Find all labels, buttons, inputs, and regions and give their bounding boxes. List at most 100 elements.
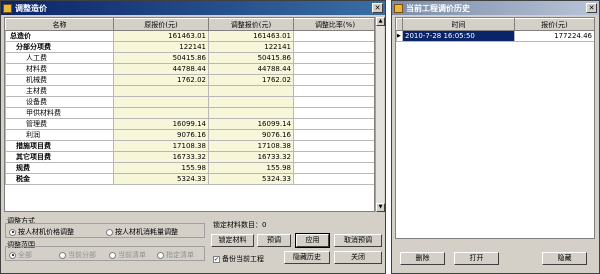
scroll-down-icon[interactable]: ▼ <box>376 203 385 212</box>
cell-adjusted-price[interactable]: 9076.16 <box>208 129 294 141</box>
table-row[interactable]: 设备费 <box>5 96 374 108</box>
preview-button[interactable]: 预调 <box>257 234 291 247</box>
radio-selected-icon[interactable] <box>9 228 16 236</box>
cell-adjust-ratio[interactable] <box>293 85 374 97</box>
cell-adjust-ratio[interactable] <box>293 118 374 130</box>
cell-original-price[interactable]: 50415.86 <box>113 52 209 64</box>
cell-adjust-ratio[interactable] <box>293 74 374 86</box>
table-row[interactable]: 规费 155.98 155.98 <box>5 162 374 174</box>
col-header-name[interactable]: 名称 <box>5 18 114 31</box>
lock-material-button[interactable]: 锁定材料 <box>211 234 254 247</box>
cell-time[interactable]: 2010-7-28 16:05:50 <box>402 30 515 42</box>
cell-adjust-ratio[interactable] <box>293 96 374 108</box>
app-icon <box>394 3 403 13</box>
cell-adjust-ratio[interactable] <box>293 52 374 64</box>
cell-price[interactable]: 177224.46 <box>514 30 594 42</box>
table-row[interactable]: 主材费 <box>5 85 374 97</box>
cell-adjust-ratio[interactable] <box>293 173 374 185</box>
cell-original-price[interactable]: 17108.38 <box>113 140 209 152</box>
app-icon <box>3 3 12 13</box>
cell-original-price[interactable]: 161463.01 <box>113 30 209 42</box>
cell-adjusted-price[interactable] <box>208 85 294 97</box>
open-button[interactable]: 打开 <box>454 252 499 265</box>
table-row[interactable]: 总造价 161463.01 161463.01 <box>5 30 374 42</box>
radio-range-all[interactable]: 全部 <box>9 250 32 260</box>
cell-original-price[interactable]: 1762.02 <box>113 74 209 86</box>
table-row[interactable]: 税金 5324.33 5324.33 <box>5 173 374 185</box>
table-row[interactable]: 材料费 44788.44 44788.44 <box>5 63 374 75</box>
radio-icon[interactable] <box>106 228 113 236</box>
radio-by-quantity[interactable]: 按人材机消耗量调整 <box>106 227 178 237</box>
cell-adjust-ratio[interactable] <box>293 151 374 163</box>
radio-range-current-list[interactable]: 当前清单 <box>109 250 146 260</box>
cell-original-price[interactable]: 16733.32 <box>113 151 209 163</box>
cell-adjusted-price[interactable]: 16733.32 <box>208 151 294 163</box>
cell-adjusted-price[interactable]: 17108.38 <box>208 140 294 152</box>
cell-adjust-ratio[interactable] <box>293 140 374 152</box>
history-grid: 时间 报价(元) ▶ 2010-7-28 16:05:50 177224.46 <box>395 17 595 239</box>
col-header-adjusted-price[interactable]: 调整报价(元) <box>208 18 294 31</box>
table-row[interactable]: 管理费 16099.14 16099.14 <box>5 118 374 130</box>
delete-button[interactable]: 删除 <box>400 252 445 265</box>
cell-original-price[interactable]: 155.98 <box>113 162 209 174</box>
cell-original-price[interactable]: 122141 <box>113 41 209 53</box>
close-icon[interactable]: ✕ <box>586 3 597 13</box>
checkmark-icon[interactable]: ✓ <box>213 255 220 263</box>
radio-range-current-section[interactable]: 当前分部 <box>59 250 96 260</box>
cell-adjusted-price[interactable]: 161463.01 <box>208 30 294 42</box>
cell-adjusted-price[interactable] <box>208 96 294 108</box>
table-row[interactable]: 其它项目费 16733.32 16733.32 <box>5 151 374 163</box>
history-table: 时间 报价(元) ▶ 2010-7-28 16:05:50 177224.46 <box>396 18 594 42</box>
cell-adjusted-price[interactable]: 5324.33 <box>208 173 294 185</box>
cell-original-price[interactable]: 9076.16 <box>113 129 209 141</box>
hide-button[interactable]: 隐藏 <box>542 252 587 265</box>
cell-adjusted-price[interactable]: 44788.44 <box>208 63 294 75</box>
history-title-bar[interactable]: 当前工程调价历史 ✕ <box>392 1 599 15</box>
col-header-original-price[interactable]: 原报价(元) <box>113 18 209 31</box>
cancel-preview-button[interactable]: 取消预调 <box>334 234 382 247</box>
cell-original-price[interactable]: 44788.44 <box>113 63 209 75</box>
cell-name: 分部分项费 <box>5 41 114 53</box>
apply-button[interactable]: 应用 <box>295 233 330 248</box>
cell-adjusted-price[interactable]: 155.98 <box>208 162 294 174</box>
col-header-adjust-ratio[interactable]: 调整比率(%) <box>293 18 374 31</box>
close-icon[interactable]: ✕ <box>372 3 383 13</box>
cell-name: 管理费 <box>5 118 114 130</box>
vertical-scrollbar[interactable]: ▲ ▼ <box>375 17 385 212</box>
cell-name: 利润 <box>5 129 114 141</box>
radio-by-price[interactable]: 按人材机价格调整 <box>9 227 74 237</box>
cell-adjusted-price[interactable]: 122141 <box>208 41 294 53</box>
col-header-time[interactable]: 时间 <box>402 18 515 31</box>
backup-checkbox[interactable]: ✓ 备份当前工程 <box>213 254 264 264</box>
cell-adjust-ratio[interactable] <box>293 30 374 42</box>
col-header-price[interactable]: 报价(元) <box>514 18 594 31</box>
cell-name: 人工费 <box>5 52 114 64</box>
cell-adjust-ratio[interactable] <box>293 63 374 75</box>
close-button[interactable]: 关闭 <box>334 251 382 264</box>
cell-adjusted-price[interactable]: 50415.86 <box>208 52 294 64</box>
table-row[interactable]: 措施项目费 17108.38 17108.38 <box>5 140 374 152</box>
cell-adjust-ratio[interactable] <box>293 41 374 53</box>
hide-history-button[interactable]: 隐藏历史 <box>284 251 330 264</box>
cost-grid: 名称 原报价(元) 调整报价(元) 调整比率(%) 总造价 161463.01 16… <box>4 17 375 212</box>
table-row[interactable]: 机械费 1762.02 1762.02 <box>5 74 374 86</box>
scroll-up-icon[interactable]: ▲ <box>376 17 385 26</box>
cell-original-price[interactable]: 16099.14 <box>113 118 209 130</box>
cell-original-price[interactable] <box>113 107 209 119</box>
title-bar[interactable]: 调整造价 ✕ <box>1 1 385 15</box>
cell-adjusted-price[interactable] <box>208 107 294 119</box>
cell-adjust-ratio[interactable] <box>293 107 374 119</box>
cell-adjusted-price[interactable]: 16099.14 <box>208 118 294 130</box>
table-row[interactable]: 利润 9076.16 9076.16 <box>5 129 374 141</box>
table-row[interactable]: ▶ 2010-7-28 16:05:50 177224.46 <box>396 30 594 42</box>
cell-original-price[interactable]: 5324.33 <box>113 173 209 185</box>
radio-range-specified-list[interactable]: 指定清单 <box>157 250 194 260</box>
cell-original-price[interactable] <box>113 96 209 108</box>
table-row[interactable]: 甲供材料费 <box>5 107 374 119</box>
table-row[interactable]: 人工费 50415.86 50415.86 <box>5 52 374 64</box>
cell-original-price[interactable] <box>113 85 209 97</box>
table-row[interactable]: 分部分项费 122141 122141 <box>5 41 374 53</box>
cell-adjust-ratio[interactable] <box>293 129 374 141</box>
cell-adjust-ratio[interactable] <box>293 162 374 174</box>
cell-adjusted-price[interactable]: 1762.02 <box>208 74 294 86</box>
